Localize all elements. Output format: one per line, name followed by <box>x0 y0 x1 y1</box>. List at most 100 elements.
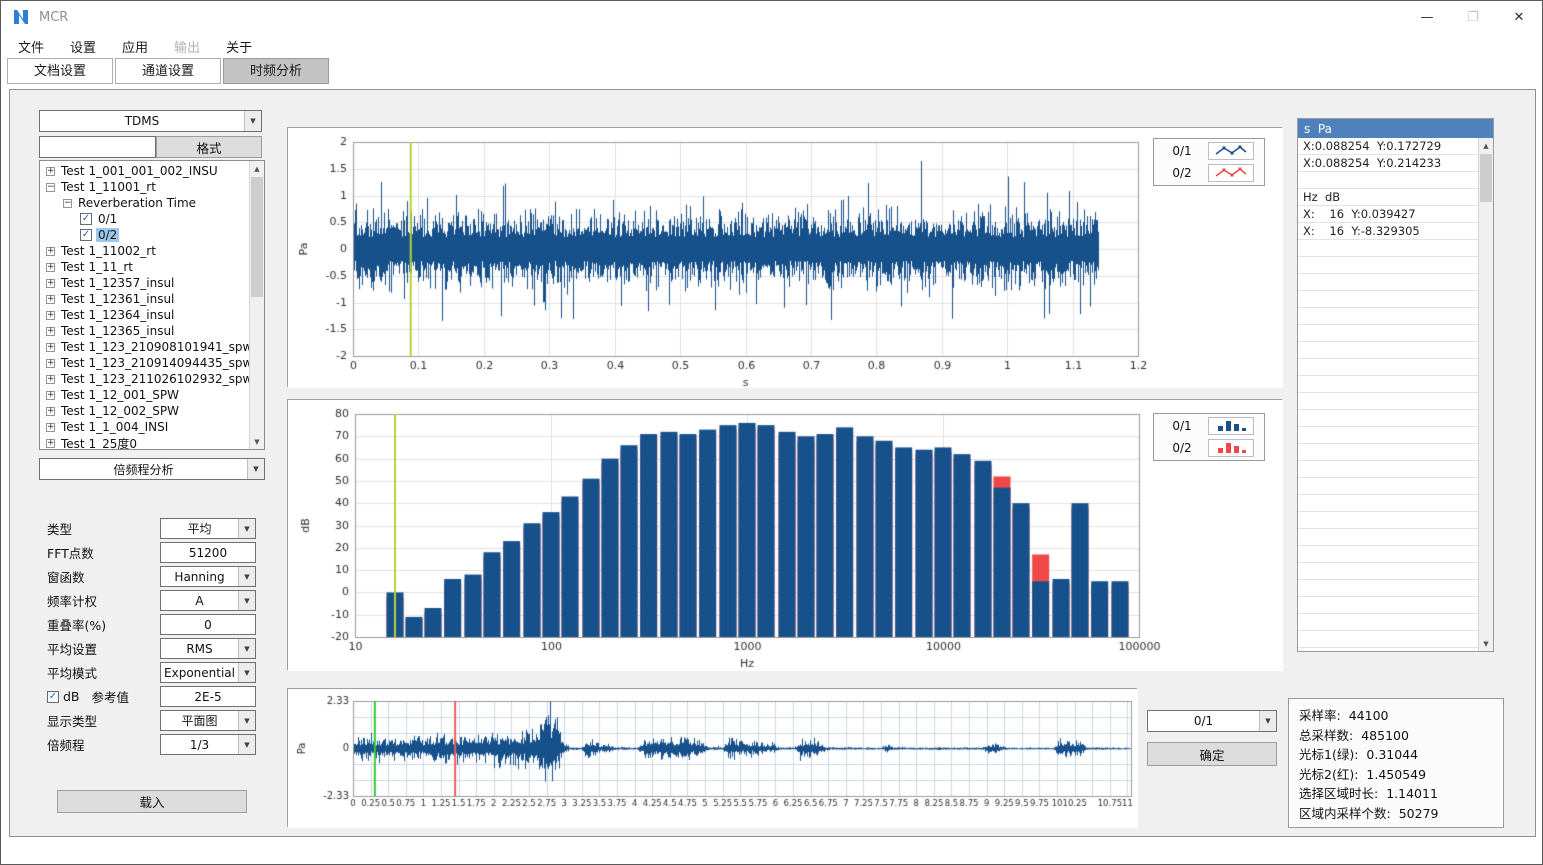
tree-item[interactable]: +Test 1_12361_insul <box>40 291 249 307</box>
table-row[interactable] <box>1298 614 1478 631</box>
tree-item[interactable]: +Test 1_1_004_INSI <box>40 419 249 435</box>
tree-item[interactable]: +Test 1_11_rt <box>40 259 249 275</box>
reference-input[interactable] <box>160 686 256 707</box>
table-row[interactable] <box>1298 376 1478 393</box>
tree-item[interactable]: +Test 1_12364_insul <box>40 307 249 323</box>
expand-icon[interactable]: + <box>46 343 55 352</box>
tree-item[interactable]: +Test 1_12357_insul <box>40 275 249 291</box>
display-type-select[interactable]: 平面图▼ <box>160 710 256 731</box>
scroll-down-icon[interactable]: ▼ <box>250 434 264 449</box>
menu-apply[interactable]: 应用 <box>109 33 161 59</box>
confirm-button[interactable]: 确定 <box>1147 742 1277 766</box>
expand-icon[interactable]: + <box>46 391 55 400</box>
table-row[interactable] <box>1298 291 1478 308</box>
tree-item[interactable]: +Test 1_25度0 <box>40 435 249 449</box>
tab-time-frequency-analysis[interactable]: 时频分析 <box>223 58 329 84</box>
tree-item[interactable]: +Test 1_12_002_SPW <box>40 403 249 419</box>
scroll-up-icon[interactable]: ▲ <box>250 161 264 176</box>
minimize-button[interactable]: — <box>1404 1 1450 33</box>
table-row[interactable] <box>1298 461 1478 478</box>
octave-chart-canvas[interactable] <box>288 400 1283 671</box>
table-row[interactable] <box>1298 342 1478 359</box>
maximize-button[interactable]: ❐ <box>1450 1 1496 33</box>
db-checkbox[interactable]: ✓ <box>47 691 59 703</box>
overlap-input[interactable] <box>160 614 256 635</box>
table-row[interactable] <box>1298 257 1478 274</box>
tree-item[interactable]: ✓0/2 <box>40 227 249 243</box>
close-button[interactable]: ✕ <box>1496 1 1542 33</box>
expand-icon[interactable]: + <box>46 295 55 304</box>
collapse-icon[interactable]: − <box>46 183 55 192</box>
tree-item[interactable]: +Test 1_001_001_002_INSU <box>40 163 249 179</box>
menu-file[interactable]: 文件 <box>5 33 57 59</box>
menu-about[interactable]: 关于 <box>213 33 265 59</box>
expand-icon[interactable]: + <box>46 423 55 432</box>
table-row[interactable]: X:0.088254 Y:0.172729 <box>1298 138 1478 155</box>
table-header[interactable]: s Pa <box>1298 119 1493 138</box>
channel-select[interactable]: 0/1 ▼ <box>1147 710 1277 732</box>
expand-icon[interactable]: + <box>46 375 55 384</box>
tree-item[interactable]: +Test 1_12_001_SPW <box>40 387 249 403</box>
tree-item-checkbox[interactable]: ✓ <box>80 213 92 225</box>
table-row[interactable] <box>1298 410 1478 427</box>
table-row[interactable] <box>1298 240 1478 257</box>
time-chart-canvas[interactable] <box>288 128 1283 388</box>
expand-icon[interactable]: + <box>46 359 55 368</box>
expand-icon[interactable]: + <box>46 327 55 336</box>
table-row[interactable] <box>1298 580 1478 597</box>
search-input[interactable] <box>39 136 156 158</box>
table-row[interactable]: X:0.088254 Y:0.214233 <box>1298 155 1478 172</box>
format-button[interactable]: 格式 <box>156 136 262 158</box>
table-row[interactable] <box>1298 359 1478 376</box>
table-row[interactable] <box>1298 308 1478 325</box>
scroll-up-icon[interactable]: ▲ <box>1479 138 1493 153</box>
file-format-select[interactable]: TDMS ▼ <box>39 110 262 132</box>
tree-item[interactable]: +Test 1_123_210908101941_spw <box>40 339 249 355</box>
expand-icon[interactable]: + <box>46 279 55 288</box>
expand-icon[interactable]: + <box>46 407 55 416</box>
table-row[interactable] <box>1298 393 1478 410</box>
fft-points-input[interactable] <box>160 542 256 563</box>
table-row[interactable]: Hz dB <box>1298 189 1478 206</box>
table-row[interactable] <box>1298 274 1478 291</box>
legend-item[interactable]: 0/1 <box>1156 140 1262 162</box>
table-row[interactable] <box>1298 495 1478 512</box>
legend-item[interactable]: 0/2 <box>1156 437 1262 459</box>
scroll-down-icon[interactable]: ▼ <box>1479 636 1493 651</box>
average-mode-select[interactable]: Exponential▼ <box>160 662 256 683</box>
table-row[interactable] <box>1298 512 1478 529</box>
tree-item[interactable]: +Test 1_123_211026102932_spw <box>40 371 249 387</box>
tree-scrollbar-thumb[interactable] <box>251 177 263 297</box>
table-row[interactable] <box>1298 427 1478 444</box>
tab-channel-settings[interactable]: 通道设置 <box>115 58 221 84</box>
legend-item[interactable]: 0/2 <box>1156 162 1262 184</box>
tree-item-checkbox[interactable]: ✓ <box>80 229 92 241</box>
analysis-type-select[interactable]: 倍频程分析 ▼ <box>39 458 265 480</box>
window-function-select[interactable]: Hanning▼ <box>160 566 256 587</box>
collapse-icon[interactable]: − <box>63 199 72 208</box>
legend-item[interactable]: 0/1 <box>1156 415 1262 437</box>
table-row[interactable] <box>1298 478 1478 495</box>
expand-icon[interactable]: + <box>46 247 55 256</box>
octave-select[interactable]: 1/3▼ <box>160 734 256 755</box>
table-row[interactable] <box>1298 597 1478 614</box>
table-scrollbar-thumb[interactable] <box>1480 154 1492 202</box>
tree-item[interactable]: +Test 1_12365_insul <box>40 323 249 339</box>
frequency-weighting-select[interactable]: A▼ <box>160 590 256 611</box>
table-row[interactable] <box>1298 325 1478 342</box>
table-row[interactable]: X: 16 Y:0.039427 <box>1298 206 1478 223</box>
table-row[interactable] <box>1298 529 1478 546</box>
table-row[interactable]: X: 16 Y:-8.329305 <box>1298 223 1478 240</box>
table-row[interactable] <box>1298 546 1478 563</box>
load-button[interactable]: 载入 <box>57 790 247 813</box>
tree-item[interactable]: +Test 1_11002_rt <box>40 243 249 259</box>
expand-icon[interactable]: + <box>46 167 55 176</box>
expand-icon[interactable]: + <box>46 263 55 272</box>
tab-document-settings[interactable]: 文档设置 <box>7 58 113 84</box>
table-row[interactable] <box>1298 563 1478 580</box>
expand-icon[interactable]: + <box>46 311 55 320</box>
average-setting-select[interactable]: RMS▼ <box>160 638 256 659</box>
table-row[interactable] <box>1298 444 1478 461</box>
expand-icon[interactable]: + <box>46 439 55 448</box>
tree-item[interactable]: −Test 1_11001_rt <box>40 179 249 195</box>
